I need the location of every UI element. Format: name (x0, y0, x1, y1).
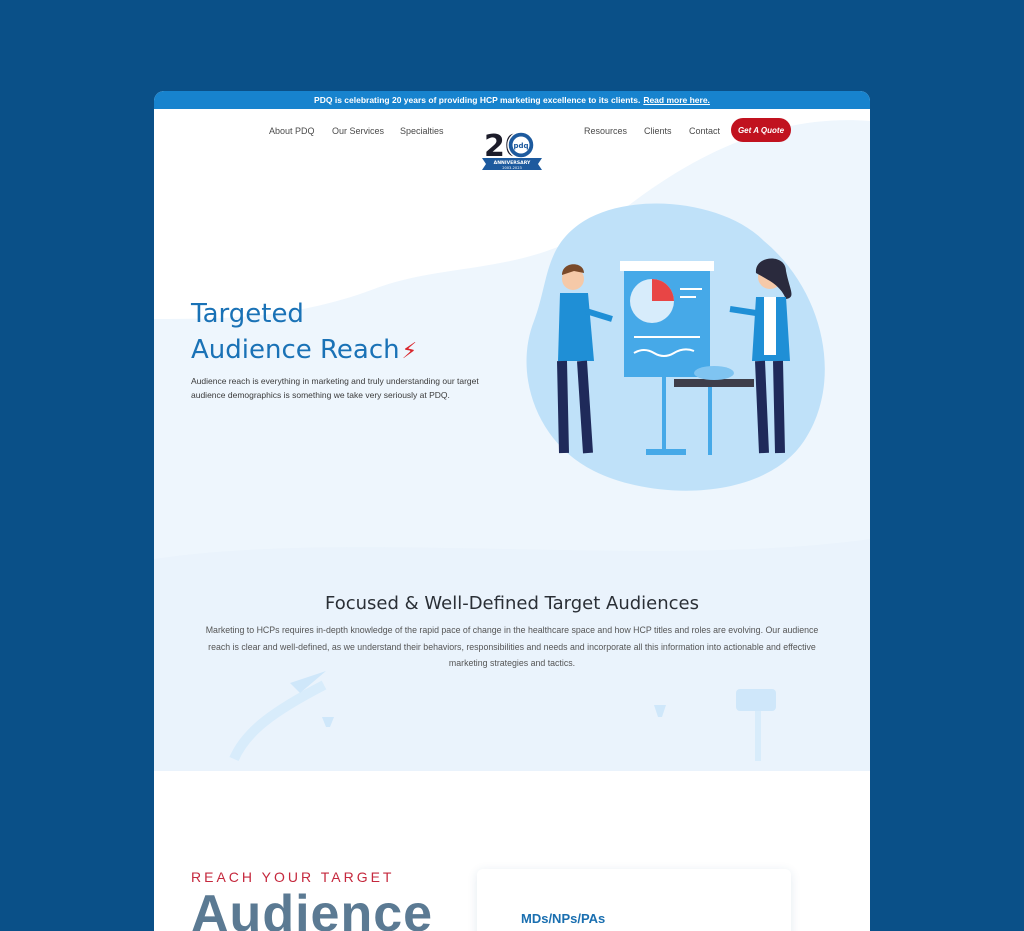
anniversary-logo[interactable]: 20 pdq ANNIVERSARY 2003-2023 (480, 126, 544, 172)
presentation-illustration (526, 203, 825, 491)
announcement-bar: PDQ is celebrating 20 years of providing… (154, 91, 870, 109)
reach-label: REACH YOUR TARGET (191, 869, 395, 885)
nav-services[interactable]: Our Services (332, 126, 384, 136)
hero-description: Audience reach is everything in marketin… (191, 376, 479, 400)
audience-card[interactable]: MDs/NPs/PAs (477, 869, 791, 931)
lightning-icon: ⚡ (401, 339, 418, 364)
focus-section-title: Focused & Well-Defined Target Audiences (325, 593, 699, 614)
main-nav: About PDQ Our Services Specialties 20 pd… (154, 109, 870, 170)
logo-badge: pdq (513, 142, 528, 150)
hero-title-line1: Targeted (191, 299, 304, 329)
nav-resources[interactable]: Resources (584, 126, 627, 136)
nav-specialties[interactable]: Specialties (400, 126, 444, 136)
hero-title: Targeted Audience Reach⚡ (191, 296, 417, 370)
card-title: MDs/NPs/PAs (521, 911, 606, 926)
hero-title-line2-text: Audience Reach (191, 335, 400, 365)
decorative-icons (154, 671, 870, 771)
hero-title-line2: Audience Reach⚡ (191, 332, 417, 370)
focus-section-text: Marketing to HCPs requires in-depth know… (205, 625, 819, 668)
read-more-link[interactable]: Read more here. (643, 95, 710, 105)
announcement-text: PDQ is celebrating 20 years of providing… (314, 95, 641, 105)
logo-years: 2003-2023 (502, 166, 522, 170)
audience-heading: Audience (191, 885, 434, 931)
website-frame: PDQ is celebrating 20 years of providing… (154, 91, 870, 931)
nav-about[interactable]: About PDQ (269, 126, 315, 136)
nav-clients[interactable]: Clients (644, 126, 672, 136)
get-quote-button[interactable]: Get A Quote (731, 118, 791, 142)
nav-contact[interactable]: Contact (689, 126, 720, 136)
